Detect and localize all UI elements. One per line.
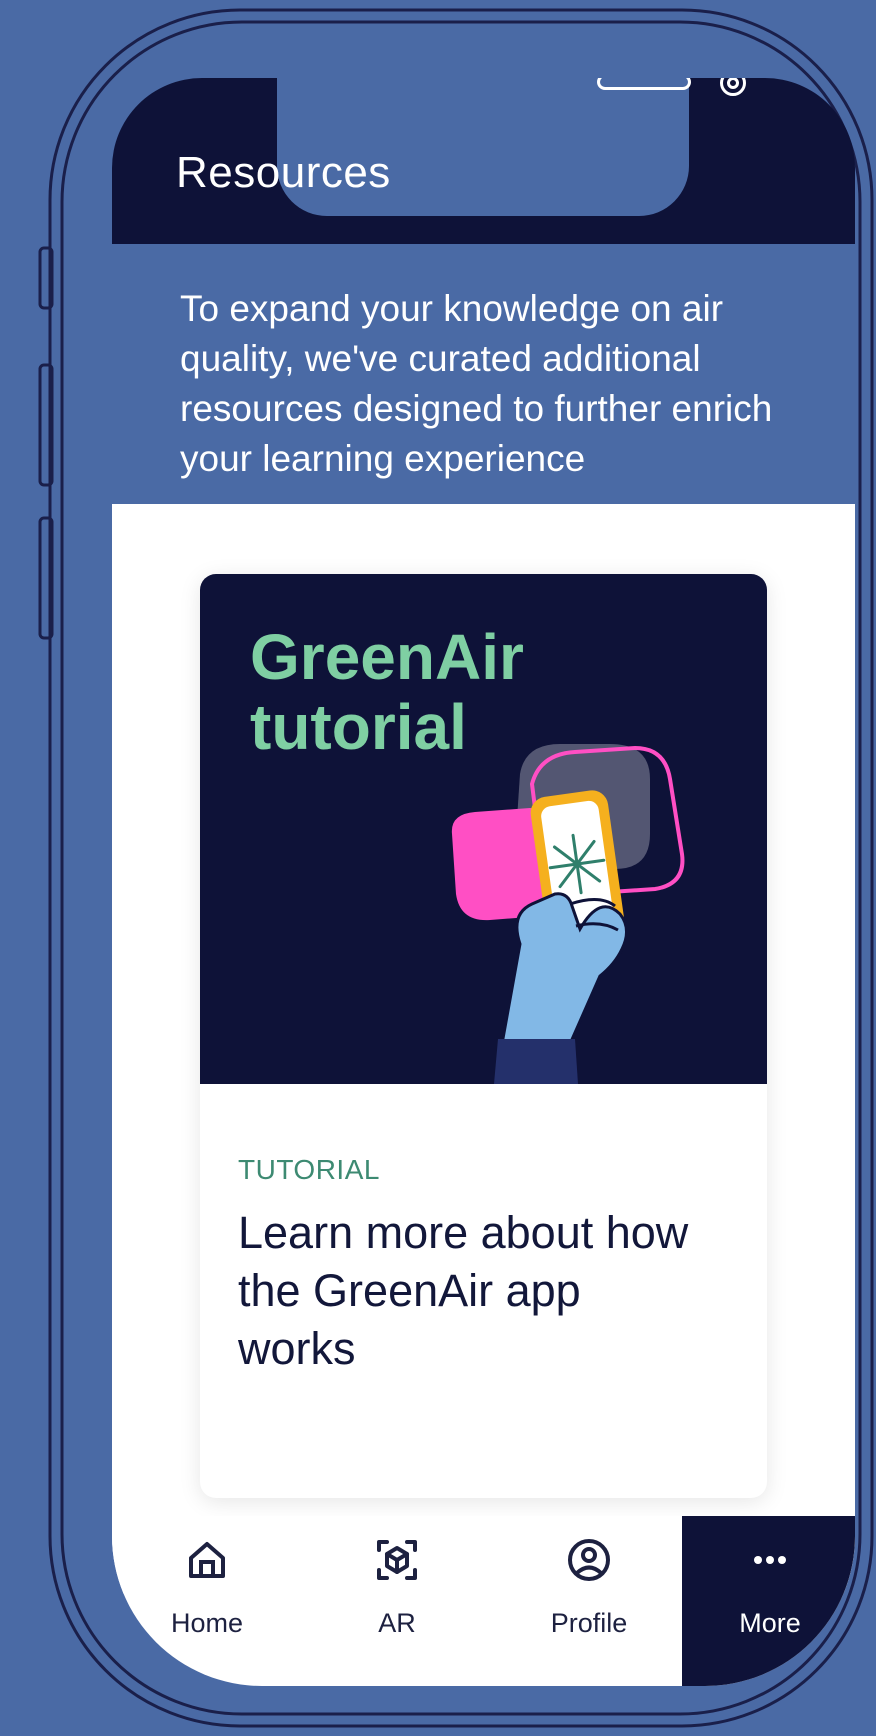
resources-list: GreenAir tutorial TUTORIAL Learn more ab… xyxy=(112,504,855,1594)
tab-more-label: More xyxy=(739,1608,801,1638)
tab-profile-label: Profile xyxy=(550,1608,628,1638)
card-tag: TUTORIAL xyxy=(238,1154,380,1185)
more-dots-icon xyxy=(754,1556,786,1564)
tab-more[interactable]: More xyxy=(682,1516,855,1686)
card-image-title: GreenAir tutorial xyxy=(250,621,524,763)
app-header: Resources xyxy=(112,78,855,244)
phone-hand-illustration xyxy=(451,744,685,1084)
card-description: Learn more about how the GreenAir app wo… xyxy=(238,1207,689,1374)
intro-section: To expand your knowledge on air quality,… xyxy=(112,244,855,504)
bottom-tab-bar: Home AR Profile More xyxy=(112,1516,855,1686)
intro-text: To expand your knowledge on air quality,… xyxy=(180,288,773,479)
tab-ar[interactable]: AR xyxy=(312,1516,482,1686)
profile-icon xyxy=(568,1539,610,1581)
ar-cube-icon xyxy=(377,1540,417,1580)
home-icon xyxy=(189,1542,225,1578)
tutorial-card[interactable]: GreenAir tutorial TUTORIAL Learn more ab… xyxy=(200,574,767,1498)
card-image: GreenAir tutorial xyxy=(200,574,767,1084)
phone-screen: Resources To expand your knowledge on ai… xyxy=(112,78,855,1686)
tab-profile[interactable]: Profile xyxy=(504,1516,674,1686)
camera-icon xyxy=(720,78,746,96)
tab-home-label: Home xyxy=(170,1608,244,1638)
speaker-grille xyxy=(597,78,691,90)
page-title: Resources xyxy=(176,148,391,197)
tab-ar-label: AR xyxy=(378,1608,416,1638)
tab-home[interactable]: Home xyxy=(122,1516,292,1686)
